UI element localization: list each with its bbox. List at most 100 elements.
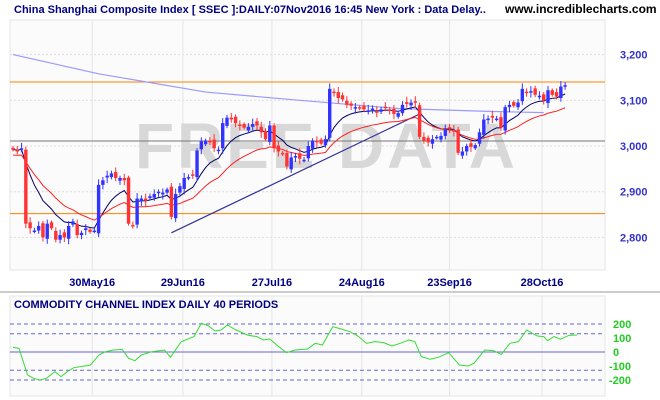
candle-body [11,147,15,150]
candle-body [203,140,208,145]
cci-tick-label: 100 [613,333,631,345]
candle-body [310,140,315,149]
candle [169,183,174,220]
candle-body [439,135,443,140]
candle-body [413,101,418,103]
candle-body [15,149,19,152]
cci-tick-label: 200 [613,319,631,331]
candle-body [191,174,195,176]
candle-body [62,232,67,238]
candle-body [332,91,336,94]
candle-body [114,172,118,178]
candle-body [486,118,490,121]
candle-body [529,91,533,93]
candle-body [469,143,473,147]
candle-body [298,153,302,159]
candle-body [195,150,199,178]
candle-body [490,115,495,118]
candle-body [118,177,122,181]
candle-body [396,113,400,117]
candle-body [105,175,109,178]
candle-body [302,159,306,162]
candle-body [285,152,289,167]
candle-body [32,230,37,233]
candle-body [336,92,340,99]
candle-body [143,198,148,201]
candle [503,104,507,135]
candle [417,102,422,140]
candle-body [383,106,388,109]
candle-body [242,124,246,128]
candle-body [41,223,45,238]
candle-body [349,103,353,106]
x-tick-label: 27Jul16 [252,277,292,289]
candle-body [229,117,233,120]
candle-body [482,119,486,136]
cci-plot-area [9,295,606,397]
candle-body [24,149,28,224]
x-tick-label: 29Jun16 [161,277,205,289]
candle [456,126,460,156]
candle-body [520,88,525,102]
candle-body [182,177,186,189]
candle-body [387,109,392,111]
candle-body [430,139,435,144]
candle-body [524,91,529,94]
site-link[interactable]: www.incrediblecharts.com [504,2,657,16]
candle-body [19,148,24,150]
candle-body [443,130,447,136]
candle-body [161,192,165,195]
candle-body [92,230,97,233]
candle-body [165,189,169,193]
candle-body [306,146,311,159]
y-tick-label: 2,900 [620,187,648,199]
candle-body [75,224,79,236]
candle-body [280,152,285,155]
candle-body [353,107,358,109]
candle-body [447,127,452,129]
candle-body [499,117,503,128]
candle-body [362,105,366,110]
candle [126,175,131,226]
candle-body [392,108,396,115]
candle-body [54,231,58,240]
candle-body [263,130,268,140]
cci-tick-label: -100 [609,361,631,373]
candle-body [49,222,54,229]
stock-chart: China Shanghai Composite Index [ SSEC ]:… [0,0,660,400]
candle-body [426,137,430,143]
y-tick-label: 3,100 [620,95,648,107]
candle-body [563,85,567,87]
candle-body [169,186,174,217]
y-tick-label: 3,000 [620,141,648,153]
candle-body [173,193,178,219]
candle-body [452,130,456,132]
candle-body [28,222,32,229]
candle-body [345,100,349,105]
candle-body [460,151,465,156]
candle-body [272,125,276,149]
candle-body [379,109,383,112]
candle-body [456,129,460,153]
candle-body [212,139,216,149]
candle-body [405,102,409,104]
candle-body [319,139,323,144]
candle-body [370,108,375,111]
candle-body [259,126,263,133]
candle-body [276,145,281,152]
candle-body [366,110,370,112]
candle-body [109,173,114,178]
candle-body [208,140,212,143]
candle-body [88,229,92,232]
candle-body [79,232,84,236]
chart-title: China Shanghai Composite Index [ SSEC ]:… [14,4,486,16]
candle-body [409,102,413,106]
y-tick-label: 3,200 [620,50,648,62]
candle-body [357,107,362,109]
candle-body [246,126,251,131]
candle-body [417,105,422,137]
candle-body [71,221,75,225]
candle-body [135,198,139,225]
candle-body [507,104,512,108]
candle-body [199,141,204,150]
